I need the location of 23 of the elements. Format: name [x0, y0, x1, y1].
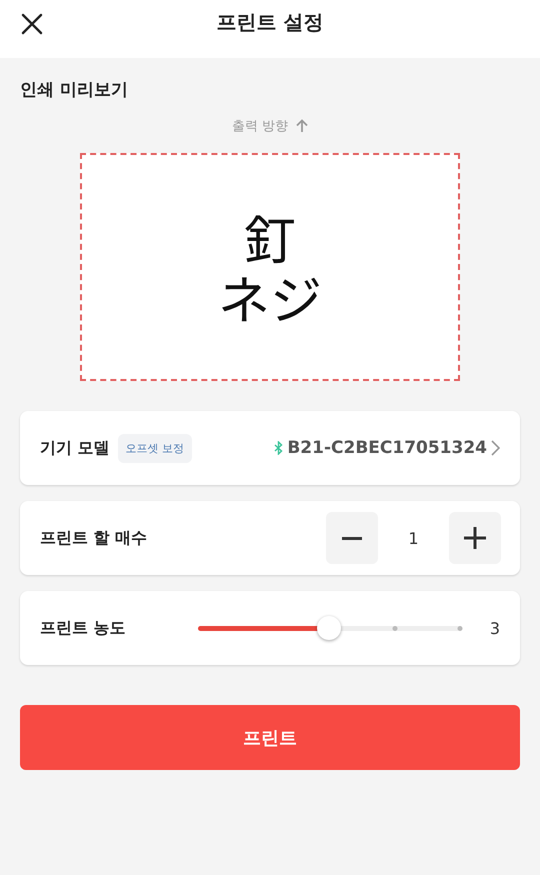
step-dot: [392, 626, 397, 630]
device-selector[interactable]: B21-C2BEC17051324: [274, 438, 500, 458]
density-label: 프린트 농도: [40, 618, 126, 638]
label-text: 釘: [244, 207, 296, 267]
direction-label: 출력 방향: [232, 118, 288, 135]
offset-badge[interactable]: 오프셋 보정: [118, 434, 192, 462]
label-text: ネジ: [218, 267, 322, 327]
close-icon: [21, 13, 43, 35]
slider-thumb[interactable]: [317, 616, 341, 640]
page-title: 프린트 설정: [216, 8, 324, 36]
arrow-up-icon: [296, 119, 308, 133]
density-value: 3: [488, 618, 500, 638]
device-label: 기기 모델: [40, 438, 110, 458]
section-heading: 인쇄 미리보기: [20, 79, 128, 101]
step-dot: [458, 626, 462, 630]
decrease-button[interactable]: [326, 512, 378, 564]
minus-icon: [342, 536, 362, 540]
plus-icon: [464, 527, 486, 549]
copies-count: 1: [407, 528, 420, 548]
print-button[interactable]: 프린트: [20, 705, 520, 770]
copies-label: 프린트 할 매수: [40, 528, 148, 548]
chevron-right-icon: [491, 440, 500, 456]
increase-button[interactable]: [449, 512, 501, 564]
